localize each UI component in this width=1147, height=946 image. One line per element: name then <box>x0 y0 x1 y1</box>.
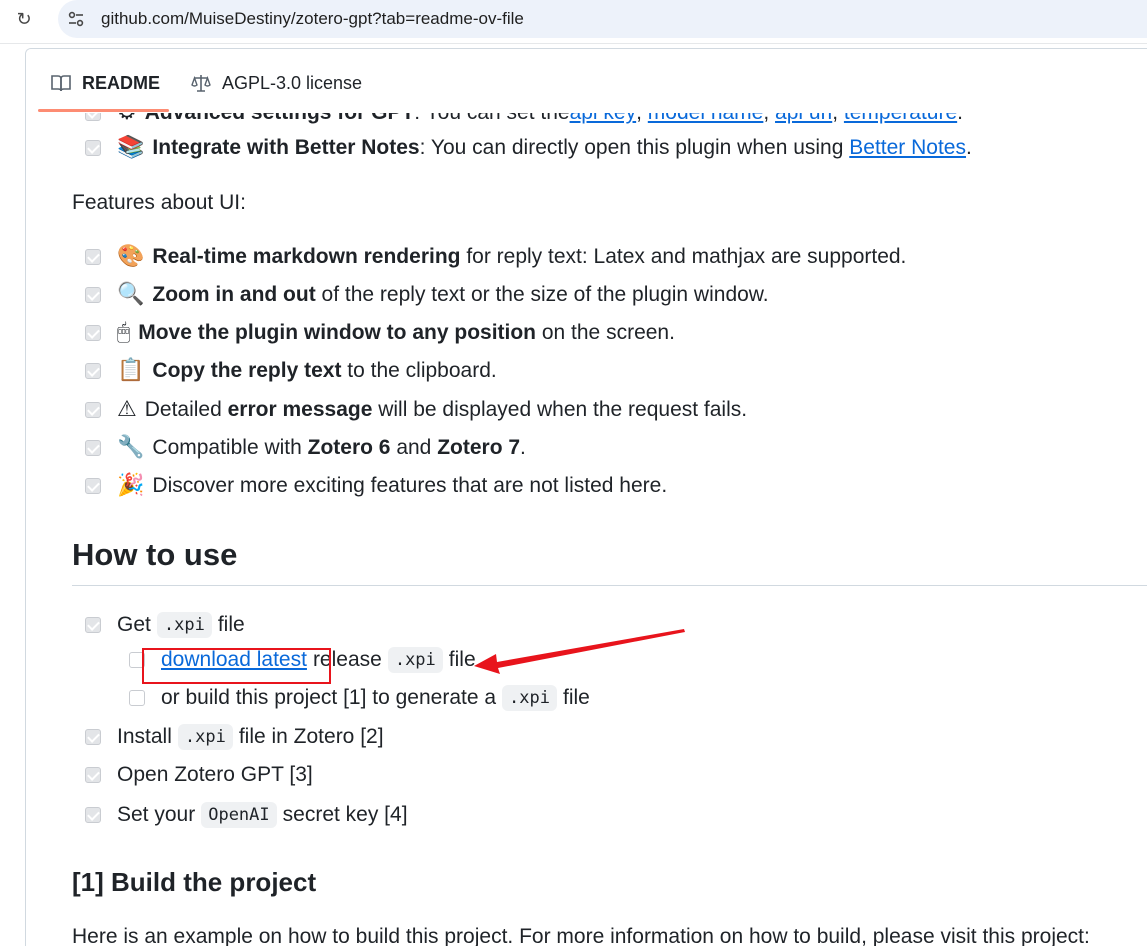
wrench-icon: 🔧 <box>117 435 145 460</box>
item-text: Install <box>117 725 172 748</box>
item-text: Open Zotero GPT [3] <box>117 763 313 786</box>
book-icon <box>51 75 71 92</box>
list-item-better-notes: 📚 Integrate with Better Notes : You can … <box>85 136 972 160</box>
list-item-ui-feature: 🖱 Move the plugin window to any position … <box>85 321 675 345</box>
feature-text: of the reply text or the size of the plu… <box>315 283 769 306</box>
inline-code: .xpi <box>502 685 557 711</box>
better-notes-link[interactable]: Better Notes <box>849 136 966 160</box>
inline-code: .xpi <box>156 612 212 638</box>
warning-icon: ⚠ <box>117 397 137 422</box>
feature-text: to the clipboard. <box>341 359 497 382</box>
feature-text: Discover more exciting features that are… <box>152 474 668 497</box>
active-tab-indicator <box>38 109 169 112</box>
magnifier-icon: 🔍 <box>117 282 145 307</box>
task-checkbox <box>85 140 101 156</box>
feature-bold: Copy the reply text <box>152 359 342 382</box>
item-text: Set your <box>117 803 196 826</box>
feature-text: Detailed <box>144 398 228 421</box>
feature-bold: Move the plugin window to any position <box>138 321 537 344</box>
feature-bold: error message <box>227 398 373 421</box>
inline-code: OpenAI <box>201 802 277 828</box>
feature-bold: Real-time markdown rendering <box>152 245 461 268</box>
task-checkbox <box>85 807 101 823</box>
list-item-ui-feature: 🎉 Discover more exciting features that ar… <box>85 474 667 498</box>
feature-text: and <box>390 436 438 459</box>
feature-text: on the screen. <box>536 321 675 344</box>
task-checkbox <box>85 325 101 341</box>
annotation-box <box>142 648 331 684</box>
item-text: or build this project [1] to generate a <box>161 686 497 709</box>
task-checkbox <box>85 729 101 745</box>
task-checkbox <box>129 690 145 706</box>
task-checkbox <box>85 617 101 633</box>
law-icon <box>191 75 211 92</box>
clipboard-icon: 📋 <box>117 358 145 383</box>
books-icon: 📚 <box>117 135 145 160</box>
list-item-install: Install .xpi file in Zotero [2] <box>85 724 384 750</box>
repo-tab-bar: README AGPL-3.0 license <box>26 49 1147 113</box>
item-text: file <box>217 613 245 636</box>
list-item-build-project: or build this project [1] to generate a … <box>129 685 590 711</box>
list-item-ui-feature: 🎨 Real-time markdown rendering for reply … <box>85 245 906 269</box>
list-item-get-xpi: Get .xpi file <box>85 612 245 638</box>
tune-icon[interactable] <box>66 9 86 29</box>
feature-text: . <box>520 436 526 459</box>
url-text: github.com/MuiseDestiny/zotero-gpt?tab=r… <box>101 9 524 28</box>
annotation-arrow <box>474 629 685 674</box>
list-item-ui-feature: ⚠ Detailed error message will be displaye… <box>85 398 747 422</box>
party-popper-icon: 🎉 <box>117 473 145 498</box>
heading-divider <box>72 585 1147 586</box>
inline-code: .xpi <box>177 724 233 750</box>
readme-panel: ⚙ Advanced settings for GPT : You can se… <box>25 48 1147 946</box>
period: . <box>966 136 972 159</box>
feature-text: : You can directly open this plugin when… <box>419 136 850 159</box>
feature-text: for reply text: Latex and mathjax are su… <box>460 245 907 268</box>
list-item-set-key: Set your OpenAI secret key [4] <box>85 802 408 828</box>
build-project-heading: [1] Build the project <box>72 867 317 897</box>
list-item-ui-feature: 📋 Copy the reply text to the clipboard. <box>85 359 497 383</box>
feature-bold: Zotero 7 <box>437 436 521 459</box>
item-text: Get <box>117 613 151 636</box>
feature-bold: Zoom in and out <box>152 283 316 306</box>
build-intro-text: Here is an example on how to build this … <box>72 925 1090 946</box>
tab-license[interactable]: AGPL-3.0 license <box>190 71 362 95</box>
list-item-open-zotero-gpt: Open Zotero GPT [3] <box>85 763 313 787</box>
task-checkbox <box>85 440 101 456</box>
reload-icon[interactable]: ↻ <box>13 8 35 30</box>
item-text: file in Zotero [2] <box>238 725 384 748</box>
ui-features-heading: Features about UI: <box>72 191 246 214</box>
list-item-ui-feature: 🔍 Zoom in and out of the reply text or th… <box>85 283 769 307</box>
task-checkbox <box>85 402 101 418</box>
browser-toolbar: ↻ github.com/MuiseDestiny/zotero-gpt?tab… <box>0 0 1147 44</box>
item-text: secret key [4] <box>282 803 408 826</box>
tab-license-label: AGPL-3.0 license <box>222 72 363 93</box>
task-checkbox <box>85 287 101 303</box>
task-checkbox <box>85 363 101 379</box>
feature-text: will be displayed when the request fails… <box>372 398 748 421</box>
tab-readme-label: README <box>82 72 161 93</box>
feature-text: Compatible with <box>152 436 308 459</box>
tab-readme[interactable]: README <box>50 71 160 95</box>
palette-icon: 🎨 <box>117 244 145 269</box>
item-text: file <box>563 686 590 709</box>
task-checkbox <box>85 767 101 783</box>
how-to-use-heading: How to use <box>72 537 238 572</box>
task-checkbox <box>85 478 101 494</box>
mouse-icon: 🖱 <box>117 320 131 345</box>
feature-bold: Zotero 6 <box>307 436 391 459</box>
address-bar[interactable]: github.com/MuiseDestiny/zotero-gpt?tab=r… <box>58 0 1147 38</box>
inline-code: .xpi <box>387 647 443 673</box>
feature-bold: Integrate with Better Notes <box>152 136 420 159</box>
task-checkbox <box>85 249 101 265</box>
list-item-ui-feature: 🔧 Compatible with Zotero 6 and Zotero 7. <box>85 436 526 460</box>
